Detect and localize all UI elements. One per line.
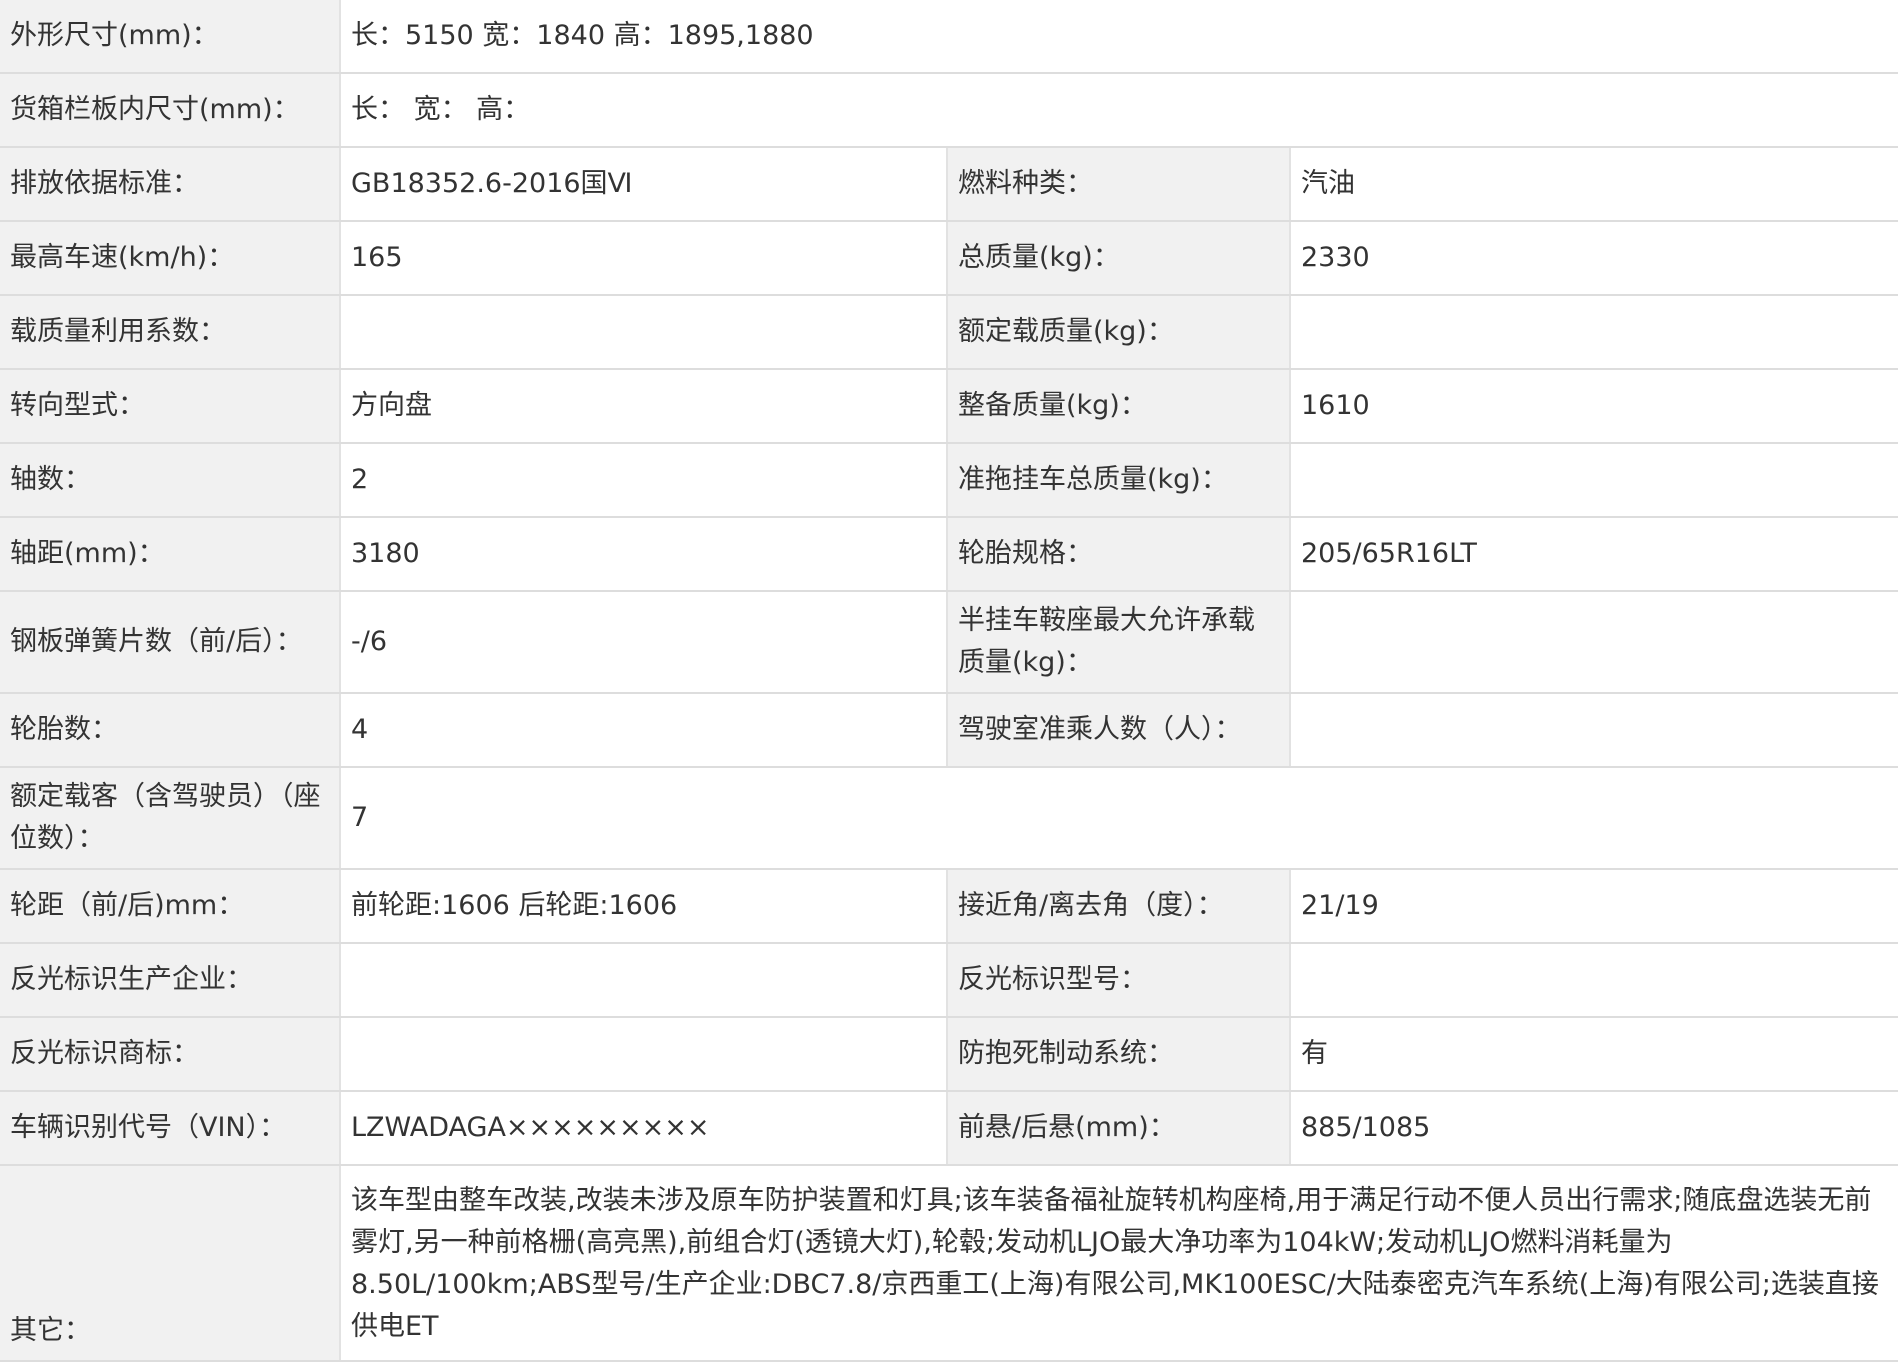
spec-label: 额定载质量(kg)： <box>946 294 1290 370</box>
spec-label: 轮距（前/后)mm： <box>0 868 340 944</box>
spec-value: 7 <box>339 766 1898 870</box>
spec-row: 轴数： 2 准拖挂车总质量(kg)： <box>0 442 1898 518</box>
spec-label: 轴距(mm)： <box>0 516 340 592</box>
spec-label: 前悬/后悬(mm)： <box>946 1090 1290 1166</box>
spec-label: 准拖挂车总质量(kg)： <box>946 442 1290 518</box>
spec-row: 轴距(mm)： 3180 轮胎规格： 205/65R16LT <box>0 516 1898 592</box>
spec-value: 205/65R16LT <box>1289 516 1898 592</box>
spec-label: 载质量利用系数： <box>0 294 340 370</box>
spec-label: 接近角/离去角（度）： <box>946 868 1290 944</box>
spec-row: 载质量利用系数： 额定载质量(kg)： <box>0 294 1898 370</box>
spec-label: 最高车速(km/h)： <box>0 220 340 296</box>
spec-label: 反光标识生产企业： <box>0 942 340 1018</box>
spec-value: 方向盘 <box>339 368 947 444</box>
spec-value: 3180 <box>339 516 947 592</box>
spec-row-other: 其它： 该车型由整车改装,改装未涉及原车防护装置和灯具;该车装备福祉旋转机构座椅… <box>0 1164 1898 1362</box>
spec-label: 轮胎规格： <box>946 516 1290 592</box>
spec-value: 1610 <box>1289 368 1898 444</box>
spec-value: 有 <box>1289 1016 1898 1092</box>
spec-row: 轮距（前/后)mm： 前轮距:1606 后轮距:1606 接近角/离去角（度）：… <box>0 868 1898 944</box>
spec-value: 该车型由整车改装,改装未涉及原车防护装置和灯具;该车装备福祉旋转机构座椅,用于满… <box>339 1164 1898 1362</box>
spec-label: 整备质量(kg)： <box>946 368 1290 444</box>
spec-row: 钢板弹簧片数（前/后）： -/6 半挂车鞍座最大允许承载质量(kg)： <box>0 590 1898 694</box>
spec-row-cargo-box: 货箱栏板内尺寸(mm)： 长： 宽： 高： <box>0 72 1898 148</box>
spec-row: 最高车速(km/h)： 165 总质量(kg)： 2330 <box>0 220 1898 296</box>
spec-label: 半挂车鞍座最大允许承载质量(kg)： <box>946 590 1290 694</box>
spec-label: 燃料种类： <box>946 146 1290 222</box>
spec-value <box>339 1016 947 1092</box>
spec-label: 其它： <box>0 1164 340 1362</box>
spec-label: 轮胎数： <box>0 692 340 768</box>
spec-label: 轴数： <box>0 442 340 518</box>
spec-value <box>1289 590 1898 694</box>
spec-value <box>1289 442 1898 518</box>
spec-value: 885/1085 <box>1289 1090 1898 1166</box>
spec-label: 转向型式： <box>0 368 340 444</box>
spec-value: 汽油 <box>1289 146 1898 222</box>
spec-value <box>339 942 947 1018</box>
spec-label: 防抱死制动系统： <box>946 1016 1290 1092</box>
spec-row: 反光标识生产企业： 反光标识型号： <box>0 942 1898 1018</box>
spec-label: 总质量(kg)： <box>946 220 1290 296</box>
spec-row: 车辆识别代号（VIN）： LZWADAGA××××××××× 前悬/后悬(mm)… <box>0 1090 1898 1166</box>
vehicle-spec-table: 外形尺寸(mm)： 长：5150 宽：1840 高：1895,1880 货箱栏板… <box>0 0 1898 1362</box>
spec-label: 反光标识型号： <box>946 942 1290 1018</box>
spec-row: 转向型式： 方向盘 整备质量(kg)： 1610 <box>0 368 1898 444</box>
spec-label: 排放依据标准： <box>0 146 340 222</box>
spec-label: 外形尺寸(mm)： <box>0 0 340 74</box>
spec-value <box>1289 942 1898 1018</box>
spec-value <box>1289 692 1898 768</box>
spec-value <box>339 294 947 370</box>
spec-value: 前轮距:1606 后轮距:1606 <box>339 868 947 944</box>
spec-row: 排放依据标准： GB18352.6-2016国Ⅵ 燃料种类： 汽油 <box>0 146 1898 222</box>
spec-value: 2 <box>339 442 947 518</box>
spec-value: 2330 <box>1289 220 1898 296</box>
spec-label: 额定载客（含驾驶员）（座位数）： <box>0 766 340 870</box>
spec-label: 车辆识别代号（VIN）： <box>0 1090 340 1166</box>
spec-row: 轮胎数： 4 驾驶室准乘人数（人）： <box>0 692 1898 768</box>
spec-value: 21/19 <box>1289 868 1898 944</box>
spec-label: 反光标识商标： <box>0 1016 340 1092</box>
spec-label: 驾驶室准乘人数（人）： <box>946 692 1290 768</box>
spec-row-seating: 额定载客（含驾驶员）（座位数）： 7 <box>0 766 1898 870</box>
spec-value: 4 <box>339 692 947 768</box>
spec-row-dimensions: 外形尺寸(mm)： 长：5150 宽：1840 高：1895,1880 <box>0 0 1898 74</box>
spec-label: 货箱栏板内尺寸(mm)： <box>0 72 340 148</box>
spec-value: LZWADAGA××××××××× <box>339 1090 947 1166</box>
spec-value: -/6 <box>339 590 947 694</box>
spec-value <box>1289 294 1898 370</box>
spec-value: 长： 宽： 高： <box>339 72 1898 148</box>
spec-label: 钢板弹簧片数（前/后）： <box>0 590 340 694</box>
spec-row: 反光标识商标： 防抱死制动系统： 有 <box>0 1016 1898 1092</box>
spec-value: 165 <box>339 220 947 296</box>
spec-value: GB18352.6-2016国Ⅵ <box>339 146 947 222</box>
spec-value: 长：5150 宽：1840 高：1895,1880 <box>339 0 1898 74</box>
